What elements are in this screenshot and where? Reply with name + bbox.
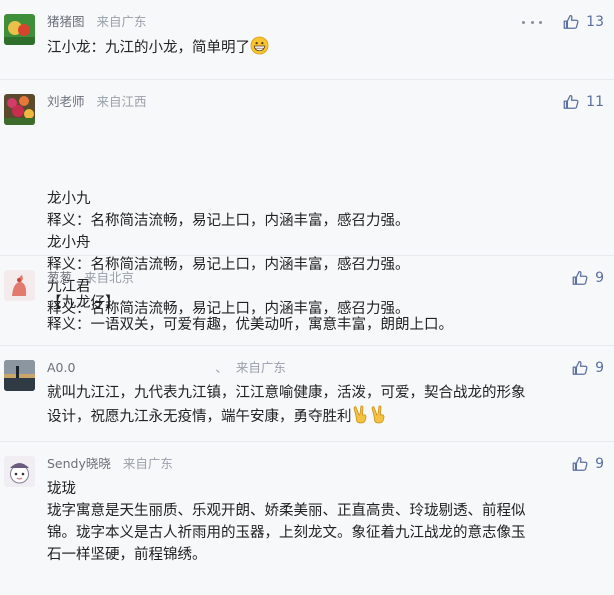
- comment-line: 释义：名称简洁流畅，易记上口，内涵丰富，感召力强。: [47, 213, 410, 229]
- user-name[interactable]: 刘老师: [47, 94, 85, 109]
- avatar[interactable]: [4, 360, 35, 391]
- avatar[interactable]: [4, 270, 35, 301]
- comment-text: 【九龙仔】 释义：一语双关，可爱有趣，优美动听，寓意丰富，朗朗上口。: [47, 292, 596, 336]
- mark-label: 、: [215, 360, 228, 375]
- user-name[interactable]: 猪猪图: [47, 14, 85, 29]
- thumbs-up-icon: [563, 95, 579, 109]
- like-button[interactable]: 11: [562, 92, 604, 112]
- comment-item: Sendy晓晓 来自广东 9 珑珑 珑字寓意是天生丽质、乐观开朗、娇柔美丽、正直…: [0, 442, 614, 595]
- user-name[interactable]: 葱葱: [47, 270, 72, 285]
- comment-line: 设计，祝愿九江永无疫情，端午安康，勇夺胜利: [47, 409, 352, 425]
- grinning-emoji-icon: [250, 36, 269, 62]
- avatar[interactable]: [4, 456, 35, 487]
- like-count: 9: [595, 270, 604, 286]
- comment-line: 龙小九: [47, 191, 91, 207]
- location-label: 来自江西: [96, 94, 147, 109]
- comment-line: 珑字寓意是天生丽质、乐观开朗、娇柔美丽、正直高贵、玲珑剔透、前程似: [47, 503, 526, 519]
- location-label: 来自北京: [84, 270, 135, 285]
- user-name[interactable]: Sendy晓晓: [47, 456, 111, 471]
- like-count: 9: [595, 360, 604, 376]
- victory-hand-emoji-icon: [352, 404, 370, 431]
- thumbs-up-icon: [572, 361, 588, 375]
- comment-line: 江小龙：九江的小龙，简单明了: [47, 40, 250, 56]
- comment-line: 【九龙仔】: [47, 295, 120, 311]
- like-button[interactable]: 9: [571, 358, 604, 378]
- thumbs-up-icon: [572, 271, 588, 285]
- comment-line: 珑珑: [47, 481, 76, 497]
- comment-item: 葱葱 来自北京 9 【九龙仔】 释义：一语双关，可爱有趣，优美动听，寓意丰富，朗…: [0, 256, 614, 346]
- avatar[interactable]: [4, 14, 35, 45]
- comment-line: 石一样坚硬，前程锦绣。: [47, 547, 207, 563]
- like-count: 9: [595, 456, 604, 472]
- location-label: 来自广东: [96, 14, 147, 29]
- like-button[interactable]: 9: [571, 454, 604, 474]
- location-label: 来自广东: [235, 360, 286, 375]
- like-button[interactable]: 13: [562, 12, 604, 32]
- comment-line: 龙小舟: [47, 235, 91, 251]
- comment-line: 锦。珑字本义是古人祈雨用的玉器，上刻龙文。象征着九江战龙的意志像玉: [47, 525, 526, 541]
- thumbs-up-icon: [563, 15, 579, 29]
- comment-line: 释义：一语双关，可爱有趣，优美动听，寓意丰富，朗朗上口。: [47, 317, 453, 333]
- comment-item: A0.0 、 来自广东 9 就叫九江江，九代表九江镇，江江意喻健康，活泼，可爱，…: [0, 346, 614, 442]
- like-button[interactable]: 9: [571, 268, 604, 288]
- comment-text: 就叫九江江，九代表九江镇，江江意喻健康，活泼，可爱，契合战龙的形象 设计，祝愿九…: [47, 382, 596, 431]
- comment-text: 珑珑 珑字寓意是天生丽质、乐观开朗、娇柔美丽、正直高贵、玲珑剔透、前程似 锦。珑…: [47, 478, 596, 566]
- comment-item: 猪猪图 来自广东 13 江小龙：九江的小龙，简单明了: [0, 0, 614, 80]
- like-count: 11: [586, 94, 604, 110]
- avatar[interactable]: [4, 94, 35, 125]
- comment-item: 刘老师 来自江西 11 龙小九释义：名称简洁流畅，易记上口，内涵丰富，感召力强。…: [0, 80, 614, 317]
- location-label: 来自广东: [122, 456, 173, 471]
- victory-hand-emoji-icon: [370, 404, 388, 431]
- comment-line: 就叫九江江，九代表九江镇，江江意喻健康，活泼，可爱，契合战龙的形象: [47, 385, 526, 401]
- comment-text: 江小龙：九江的小龙，简单明了: [47, 36, 596, 62]
- more-options-icon[interactable]: [522, 12, 542, 32]
- like-count: 13: [586, 14, 604, 30]
- thumbs-up-icon: [572, 457, 588, 471]
- user-name[interactable]: A0.0: [47, 360, 75, 375]
